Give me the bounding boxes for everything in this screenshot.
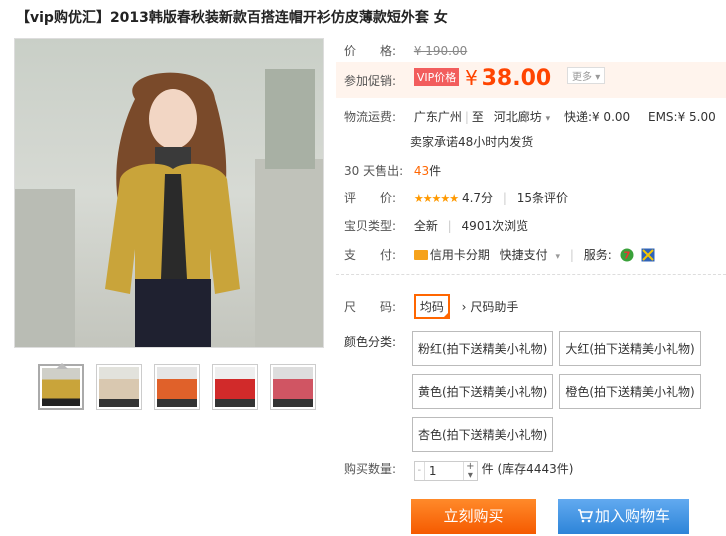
separator: |	[447, 219, 452, 233]
ship-to-location[interactable]: 河北廊坊	[494, 110, 542, 124]
color-option-red[interactable]: 大红(拍下送精美小礼物)	[559, 331, 701, 366]
review-count-link[interactable]: 15条评价	[517, 191, 568, 205]
quantity-stepper[interactable]: - 1 + ▾	[413, 461, 478, 481]
thumbnail-strip	[38, 363, 316, 410]
size-option-one-size[interactable]: 均码	[413, 294, 450, 319]
separator: |	[502, 191, 507, 205]
quantity-unit: 件	[481, 462, 494, 476]
view-count: 4901次浏览	[461, 219, 529, 233]
currency-symbol: ¥	[465, 66, 478, 90]
guarantee-icon[interactable]	[641, 248, 655, 262]
more-label: 更多	[572, 72, 593, 83]
svg-text:7: 7	[623, 251, 630, 262]
add-to-cart-label: 加入购物车	[594, 507, 670, 525]
payment-row: 支 付: 信用卡分期 快捷支付 ▾ | 服务: 7	[344, 246, 655, 263]
ems-fee: EMS:¥ 5.00	[647, 110, 716, 124]
sales-count: 43	[413, 164, 430, 178]
divider	[336, 274, 726, 275]
credit-card-icon	[413, 250, 428, 260]
payment-label: 支 付:	[344, 248, 397, 262]
condition: 全新	[413, 219, 438, 233]
product-title: 【vip购优汇】2013韩版春秋装新款百搭连帽开衫仿皮薄款短外套 女	[16, 10, 448, 26]
color-label: 颜色分类:	[344, 335, 397, 349]
original-price: ¥ 190.00	[413, 44, 468, 58]
sales-label: 30 天售出:	[344, 164, 404, 178]
buy-now-button[interactable]: 立刻购买	[411, 499, 536, 534]
promo-price: 38.00	[481, 66, 552, 91]
quantity-label: 购买数量:	[344, 462, 397, 476]
type-row: 宝贝类型: 全新 | 4901次浏览	[344, 217, 528, 234]
vip-price-tag: VIP价格	[413, 68, 460, 86]
main-product-image[interactable]	[14, 38, 324, 348]
ship-to-prefix: 至	[471, 110, 484, 124]
chevron-down-icon: ▾	[595, 72, 601, 83]
cart-icon	[577, 509, 593, 523]
sales-row: 30 天售出: 43件	[344, 162, 441, 179]
color-option-apricot[interactable]: 杏色(拍下送精美小礼物)	[412, 417, 554, 452]
thumbnail-orange[interactable]	[154, 364, 200, 410]
service-label: 服务:	[583, 248, 612, 262]
color-options: 粉红(拍下送精美小礼物) 大红(拍下送精美小礼物) 黄色(拍下送精美小礼物) 橙…	[412, 331, 712, 452]
size-row: 尺 码: 均码 › 尺码助手	[344, 294, 518, 319]
quantity-input[interactable]: 1	[425, 462, 463, 480]
express-fee: 快递:¥ 0.00	[563, 110, 631, 124]
seven-day-return-icon[interactable]: 7	[620, 248, 634, 262]
rating-score: 4.7分	[461, 191, 494, 205]
quantity-row: 购买数量: - 1 + ▾ 件 (库存4443件)	[344, 460, 573, 481]
add-to-cart-button[interactable]: 加入购物车	[558, 499, 689, 534]
size-label: 尺 码:	[344, 300, 397, 314]
color-option-pink[interactable]: 粉红(拍下送精美小礼物)	[412, 331, 554, 366]
separator: |	[464, 110, 469, 124]
shipping-label: 物流运费:	[344, 110, 397, 124]
thumbnail-yellow[interactable]	[38, 363, 84, 410]
sales-unit: 件	[429, 164, 442, 178]
price-row: 价 格: ¥ 190.00	[344, 42, 467, 59]
size-helper-label: 尺码助手	[470, 300, 519, 314]
price-label: 价 格:	[344, 44, 397, 58]
size-helper-link[interactable]: › 尺码助手	[462, 300, 519, 314]
chevron-right-icon: ›	[461, 300, 467, 314]
credit-installment[interactable]: 信用卡分期	[430, 248, 490, 262]
quick-pay[interactable]: 快捷支付	[500, 248, 548, 262]
thumbnail-red[interactable]	[212, 364, 258, 410]
stock-count: (库存4443件)	[497, 462, 574, 476]
minus-icon[interactable]: -	[415, 462, 425, 480]
shipping-promise: 卖家承诺48小时内发货	[410, 135, 534, 149]
plus-icon[interactable]: + ▾	[462, 462, 477, 481]
star-rating-icon: ★★★★★	[413, 192, 459, 205]
rating-label: 评 价:	[344, 191, 397, 205]
thumbnail-apricot[interactable]	[96, 364, 142, 410]
rating-row: 评 价: ★★★★★ 4.7分 | 15条评价	[344, 189, 568, 206]
chevron-down-icon[interactable]: ▾	[556, 252, 561, 262]
color-option-orange[interactable]: 橙色(拍下送精美小礼物)	[559, 374, 701, 409]
type-label: 宝贝类型:	[344, 219, 397, 233]
promo-row: 参加促销: VIP价格 ¥ 38.00 更多 ▾	[344, 66, 606, 91]
shipping-row: 物流运费: 广东广州 | 至 河北廊坊 ▾ 快递:¥ 0.00 EMS:¥ 5.00	[344, 108, 716, 125]
more-promotions-button[interactable]: 更多 ▾	[567, 67, 606, 84]
promo-label: 参加促销:	[344, 74, 397, 88]
ship-from: 广东广州	[413, 110, 462, 124]
thumbnail-pink[interactable]	[270, 364, 316, 410]
color-option-yellow[interactable]: 黄色(拍下送精美小礼物)	[412, 374, 554, 409]
separator: |	[569, 248, 574, 262]
chevron-down-icon[interactable]: ▾	[546, 114, 551, 124]
